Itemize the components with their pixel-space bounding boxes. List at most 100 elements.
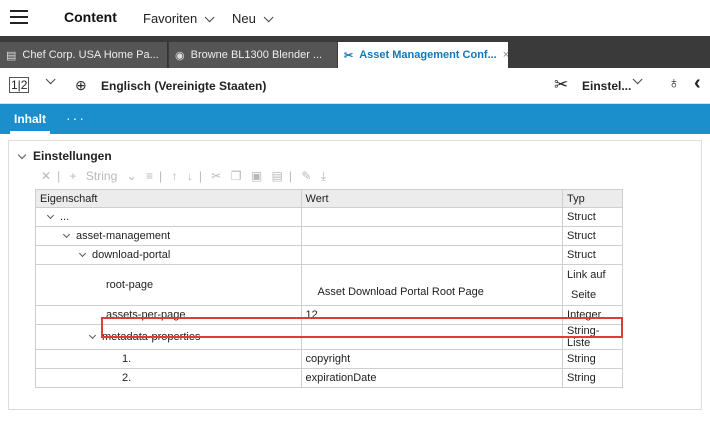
paste-icon[interactable]: ▣: [251, 169, 262, 183]
chevron-down-icon: [263, 12, 274, 23]
collapse-left-icon[interactable]: ‹: [694, 72, 701, 95]
type-cell: Link auf Seite: [562, 264, 623, 306]
delete-icon[interactable]: ✕: [41, 169, 51, 183]
property-name: assets-per-page: [106, 309, 186, 321]
move-up-icon[interactable]: ↑: [171, 169, 177, 183]
download-icon[interactable]: ⤓: [321, 169, 326, 183]
property-cell: 1.: [35, 349, 302, 369]
product-icon: ◉: [175, 49, 185, 62]
move-down-icon[interactable]: ↓: [187, 169, 193, 183]
settings-panel: Einstellungen ✕ | + String ⌄ ≡ | ↑ ↓ | ✂ ❐ …: [8, 140, 702, 410]
menu-neu-label: Neu: [232, 11, 256, 26]
property-cell: asset-management: [35, 226, 302, 246]
value-cell[interactable]: expirationDate: [300, 368, 564, 388]
hamburger-menu-icon[interactable]: [10, 10, 28, 24]
property-name: asset-management: [76, 230, 171, 242]
chevron-down-icon[interactable]: [632, 74, 643, 85]
cut-icon[interactable]: ✂: [211, 169, 221, 183]
property-cell: metadata-properties: [35, 324, 302, 350]
section-header[interactable]: Einstellungen: [17, 149, 112, 163]
property-name: root-page: [106, 279, 154, 291]
property-cell: 2.: [35, 368, 302, 388]
value-cell[interactable]: 12: [300, 305, 564, 325]
column-header-eigenschaft[interactable]: Eigenschaft: [35, 189, 302, 208]
property-name: 2.: [122, 372, 132, 384]
property-name: 1.: [122, 353, 132, 365]
type-cell: String-Liste: [562, 324, 623, 350]
properties-table: Eigenschaft Wert Typ ... Struct asset-ma…: [35, 189, 623, 388]
type-line-1: Link auf: [567, 269, 606, 281]
value-cell[interactable]: [300, 207, 564, 227]
value-cell[interactable]: copyright: [300, 349, 564, 369]
top-menu-bar: Content Favoriten Neu: [0, 0, 710, 36]
property-name: download-portal: [92, 249, 171, 261]
property-name: ...: [60, 211, 70, 223]
table-row[interactable]: root-page Asset Download Portal Root Pag…: [35, 264, 623, 306]
chevron-down-icon: [17, 150, 27, 160]
tab-browne-blender[interactable]: ◉ Browne BL1300 Blender ...: [169, 42, 337, 68]
chevron-down-icon[interactable]: [45, 74, 56, 85]
tab-inhalt[interactable]: Inhalt: [0, 104, 60, 134]
menu-content[interactable]: Content: [64, 9, 117, 25]
chevron-down-icon[interactable]: ⌄: [127, 169, 137, 183]
value-cell[interactable]: [300, 324, 564, 350]
value-cell[interactable]: [300, 245, 564, 265]
table-header-row: Eigenschaft Wert Typ: [35, 189, 623, 208]
column-header-wert[interactable]: Wert: [300, 189, 564, 208]
chevron-down-icon: [204, 12, 215, 23]
tab-chef-corp[interactable]: ▤ Chef Corp. USA Home Pa...: [0, 42, 168, 68]
type-cell: String: [562, 349, 623, 369]
menu-favoriten[interactable]: Favoriten: [143, 11, 215, 26]
table-row[interactable]: ... Struct: [35, 207, 623, 227]
close-icon[interactable]: ×: [503, 49, 508, 61]
property-cell: ...: [35, 207, 302, 227]
list-icon[interactable]: ≡: [146, 169, 153, 183]
value-cell[interactable]: [300, 226, 564, 246]
tab-asset-management[interactable]: ✂ Asset Management Conf... ×: [338, 42, 508, 68]
edit-icon[interactable]: ✎: [301, 169, 311, 183]
column-header-typ[interactable]: Typ: [562, 189, 623, 208]
tools-icon: ✂: [344, 49, 354, 62]
chevron-down-icon[interactable]: [88, 331, 97, 340]
tab-label: Chef Corp. USA Home Pa...: [22, 49, 159, 61]
menu-favoriten-label: Favoriten: [143, 11, 198, 26]
editor-toolbar: 1|2 ⊕ Englisch (Vereinigte Staaten) ✂ Ei…: [0, 68, 710, 104]
type-cell: Struct: [562, 226, 623, 246]
tools-icon: ✂: [554, 75, 569, 94]
content-tab-strip: Inhalt ···: [0, 104, 710, 134]
more-options-icon[interactable]: ···: [66, 110, 86, 126]
language-selector[interactable]: Englisch (Vereinigte Staaten): [101, 79, 266, 93]
table-row[interactable]: asset-management Struct: [35, 226, 623, 246]
add-icon[interactable]: +: [70, 169, 77, 183]
page-icon: ▤: [6, 49, 17, 62]
table-row[interactable]: 2. expirationDate String: [35, 368, 623, 388]
copy-icon[interactable]: ❐: [231, 169, 242, 183]
type-cell: String: [562, 368, 623, 388]
value-cell[interactable]: Asset Download Portal Root Page: [300, 264, 564, 306]
globe-icon: ⊕: [75, 77, 87, 93]
paste-special-icon[interactable]: ▤: [272, 169, 283, 183]
table-row[interactable]: assets-per-page 12 Integer: [35, 305, 623, 325]
document-tab-bar: ▤ Chef Corp. USA Home Pa... ◉ Browne BL1…: [0, 36, 710, 68]
settings-dropdown[interactable]: Einstel...: [582, 79, 631, 93]
type-line-2: Seite: [571, 289, 597, 301]
chevron-down-icon[interactable]: [46, 211, 55, 220]
property-cell: root-page: [35, 264, 302, 306]
struct-toolbar: ✕ | + String ⌄ ≡ | ↑ ↓ | ✂ ❐ ▣ ▤ | ✎ ⤓: [41, 169, 327, 183]
table-row[interactable]: 1. copyright String: [35, 349, 623, 369]
chevron-down-icon[interactable]: [62, 230, 71, 239]
menu-neu[interactable]: Neu: [232, 11, 274, 26]
table-row[interactable]: download-portal Struct: [35, 245, 623, 265]
table-row[interactable]: metadata-properties String-Liste: [35, 324, 623, 350]
type-selector[interactable]: String: [86, 169, 117, 183]
type-cell: Struct: [562, 207, 623, 227]
lightbulb-icon[interactable]: ♁: [668, 75, 680, 93]
type-cell: Struct: [562, 245, 623, 265]
tab-label: Asset Management Conf...: [359, 49, 497, 61]
view-toggle-icon[interactable]: 1|2: [9, 77, 30, 93]
chevron-down-icon[interactable]: [78, 249, 87, 258]
section-title: Einstellungen: [33, 149, 112, 163]
property-cell: download-portal: [35, 245, 302, 265]
property-cell: assets-per-page: [35, 305, 302, 325]
type-cell: Integer: [562, 305, 623, 325]
